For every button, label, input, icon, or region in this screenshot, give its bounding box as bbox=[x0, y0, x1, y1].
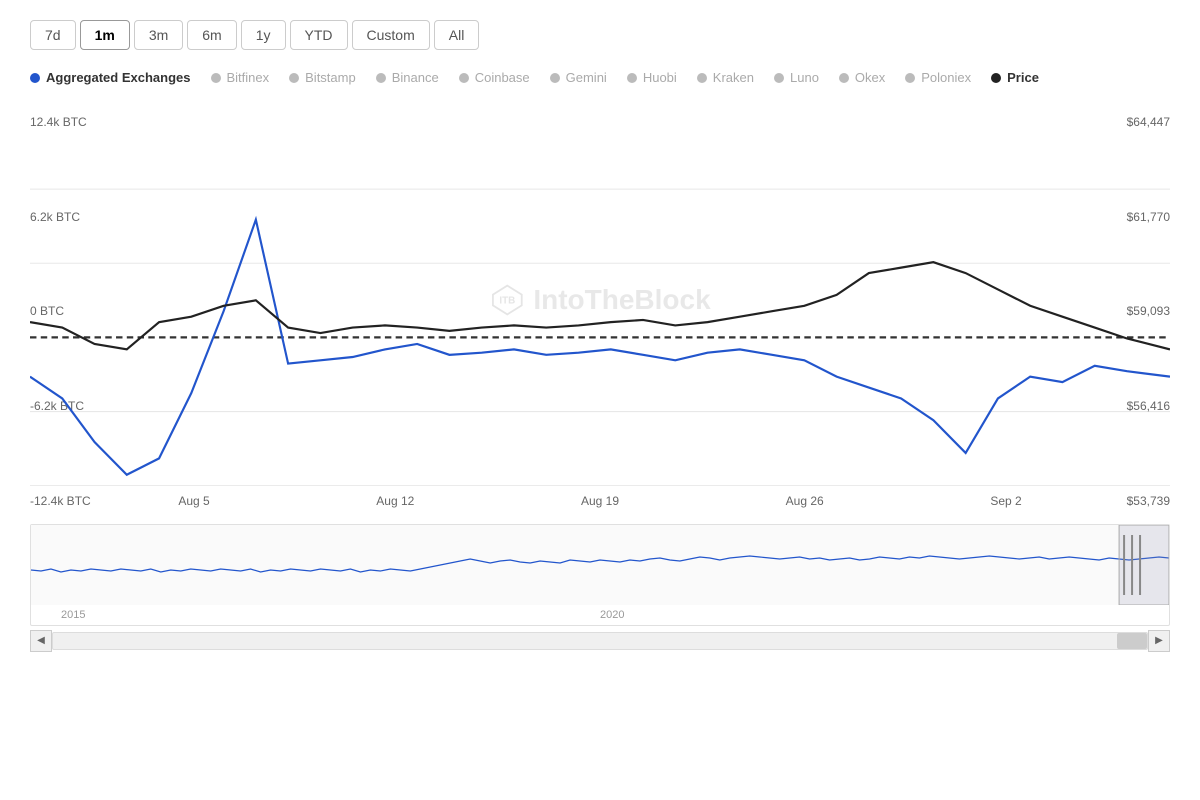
legend-label-price: Price bbox=[1007, 70, 1039, 85]
aggregated-line bbox=[30, 220, 1170, 475]
scroll-bar[interactable] bbox=[52, 632, 1148, 650]
time-btn-1y[interactable]: 1y bbox=[241, 20, 286, 50]
legend-dot-binance bbox=[376, 73, 386, 83]
time-btn-all[interactable]: All bbox=[434, 20, 480, 50]
x-label-aug5: Aug 5 bbox=[178, 494, 209, 508]
y-right-label-4: $53,739 bbox=[1105, 494, 1170, 508]
scroll-right-button[interactable]: ▶ bbox=[1148, 630, 1170, 652]
main-chart-wrapper: 12.4k BTC 6.2k BTC 0 BTC -6.2k BTC -12.4… bbox=[30, 115, 1170, 508]
legend-label-okex: Okex bbox=[855, 70, 885, 85]
legend-label-luno: Luno bbox=[790, 70, 819, 85]
legend-dot-kraken bbox=[697, 73, 707, 83]
legend-label-poloniex: Poloniex bbox=[921, 70, 971, 85]
chart-plot-area: ITB IntoTheBlock bbox=[30, 115, 1170, 486]
mini-label-2020: 2020 bbox=[600, 609, 624, 621]
y-right-label-2: $59,093 bbox=[1105, 304, 1170, 318]
time-range-selector: 7d 1m 3m 6m 1y YTD Custom All bbox=[30, 20, 1170, 50]
legend-coinbase[interactable]: Coinbase bbox=[459, 70, 530, 85]
legend-dot-luno bbox=[774, 73, 784, 83]
legend-price[interactable]: Price bbox=[991, 70, 1039, 85]
legend-label-binance: Binance bbox=[392, 70, 439, 85]
y-right-label-0: $64,447 bbox=[1105, 115, 1170, 129]
legend-label-huobi: Huobi bbox=[643, 70, 677, 85]
mini-chart-year-labels: 2015 2020 bbox=[31, 605, 1169, 625]
legend-label-gemini: Gemini bbox=[566, 70, 607, 85]
legend-bitstamp[interactable]: Bitstamp bbox=[289, 70, 356, 85]
legend-label-bitfinex: Bitfinex bbox=[227, 70, 270, 85]
y-right-label-1: $61,770 bbox=[1105, 210, 1170, 224]
legend-binance[interactable]: Binance bbox=[376, 70, 439, 85]
legend-label-bitstamp: Bitstamp bbox=[305, 70, 356, 85]
scroll-thumb[interactable] bbox=[1117, 633, 1147, 649]
scroll-controls: ◀ ▶ bbox=[30, 630, 1170, 652]
legend-dot-coinbase bbox=[459, 73, 469, 83]
y-left-label-4: -12.4k BTC bbox=[30, 494, 95, 508]
time-btn-7d[interactable]: 7d bbox=[30, 20, 76, 50]
legend-kraken[interactable]: Kraken bbox=[697, 70, 754, 85]
legend-aggregated[interactable]: Aggregated Exchanges bbox=[30, 70, 191, 85]
mini-label-2015: 2015 bbox=[61, 609, 85, 621]
legend-label-aggregated: Aggregated Exchanges bbox=[46, 70, 191, 85]
x-label-aug26: Aug 26 bbox=[786, 494, 824, 508]
time-btn-1m[interactable]: 1m bbox=[80, 20, 130, 50]
time-btn-3m[interactable]: 3m bbox=[134, 20, 183, 50]
legend-dot-gemini bbox=[550, 73, 560, 83]
y-axis-right: $64,447 $61,770 $59,093 $56,416 $53,739 bbox=[1105, 115, 1170, 508]
legend-dot-bitstamp bbox=[289, 73, 299, 83]
chart-legend: Aggregated Exchanges Bitfinex Bitstamp B… bbox=[30, 70, 1170, 85]
y-right-label-3: $56,416 bbox=[1105, 399, 1170, 413]
legend-dot-okex bbox=[839, 73, 849, 83]
main-chart-svg bbox=[30, 115, 1170, 486]
x-label-aug19: Aug 19 bbox=[581, 494, 619, 508]
legend-dot-aggregated bbox=[30, 73, 40, 83]
legend-poloniex[interactable]: Poloniex bbox=[905, 70, 971, 85]
x-label-aug12: Aug 12 bbox=[376, 494, 414, 508]
legend-label-kraken: Kraken bbox=[713, 70, 754, 85]
legend-label-coinbase: Coinbase bbox=[475, 70, 530, 85]
time-btn-6m[interactable]: 6m bbox=[187, 20, 236, 50]
time-btn-ytd[interactable]: YTD bbox=[290, 20, 348, 50]
legend-bitfinex[interactable]: Bitfinex bbox=[211, 70, 270, 85]
scroll-left-button[interactable]: ◀ bbox=[30, 630, 52, 652]
legend-luno[interactable]: Luno bbox=[774, 70, 819, 85]
x-axis: Aug 5 Aug 12 Aug 19 Aug 26 Sep 2 bbox=[30, 486, 1170, 508]
legend-okex[interactable]: Okex bbox=[839, 70, 885, 85]
legend-gemini[interactable]: Gemini bbox=[550, 70, 607, 85]
legend-dot-huobi bbox=[627, 73, 637, 83]
mini-chart-svg bbox=[31, 525, 1169, 605]
legend-huobi[interactable]: Huobi bbox=[627, 70, 677, 85]
mini-chart-container[interactable]: 2015 2020 bbox=[30, 524, 1170, 626]
legend-dot-price bbox=[991, 73, 1001, 83]
time-btn-custom[interactable]: Custom bbox=[352, 20, 430, 50]
x-label-sep2: Sep 2 bbox=[990, 494, 1021, 508]
legend-dot-bitfinex bbox=[211, 73, 221, 83]
legend-dot-poloniex bbox=[905, 73, 915, 83]
